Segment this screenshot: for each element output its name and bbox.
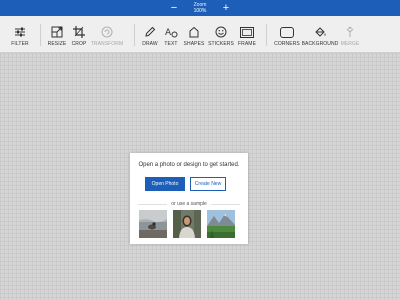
resize-icon: [51, 26, 63, 38]
tool-label: DRAW: [142, 41, 158, 47]
tool-shapes[interactable]: SHAPES: [182, 16, 206, 52]
zoom-in-button[interactable]: +: [220, 1, 232, 15]
tool-label: FILTER: [11, 41, 29, 47]
sample-image-mountains[interactable]: [207, 210, 235, 238]
zoom-value: 100%: [193, 7, 207, 14]
sample-divider: or use a sample: [138, 200, 241, 208]
zoom-control: − Zoom 100% +: [160, 0, 240, 16]
start-dialog: Open a photo or design to get started. O…: [130, 153, 248, 244]
pencil-icon: [145, 26, 156, 37]
divider-line: [138, 203, 168, 205]
tool-label: BACKGROUND: [301, 41, 339, 47]
dialog-title: Open a photo or design to get started.: [138, 162, 240, 168]
sample-label: or use a sample: [171, 201, 207, 207]
merge-icon: [346, 26, 354, 37]
tool-label: CROP: [71, 41, 87, 47]
sample-images: [139, 210, 239, 239]
editor-toolbar: FILTER RESIZE CROP TRANSFORM DRAW A TEXT…: [0, 16, 400, 53]
tool-transform[interactable]: TRANSFORM: [90, 16, 124, 52]
toolbar-divider: [134, 24, 135, 46]
corners-icon: [280, 27, 294, 38]
tool-label: TEXT: [164, 41, 178, 47]
tool-label: FRAME: [238, 41, 256, 47]
tool-crop[interactable]: CROP: [68, 16, 90, 52]
tool-resize[interactable]: RESIZE: [44, 16, 70, 52]
divider-line: [210, 203, 241, 205]
tool-draw[interactable]: DRAW: [140, 16, 160, 52]
paint-bucket-icon: [314, 27, 325, 37]
crop-icon: [73, 26, 85, 38]
create-new-button[interactable]: Create New: [190, 177, 226, 191]
tool-label: CORNERS: [274, 41, 300, 47]
shapes-icon: [189, 26, 199, 38]
zoom-readout: Zoom 100%: [180, 1, 220, 14]
tool-corners[interactable]: CORNERS: [274, 16, 300, 52]
svg-text:A: A: [165, 28, 172, 38]
text-icon: A: [165, 28, 177, 38]
tool-filter[interactable]: FILTER: [6, 16, 34, 52]
tool-stickers[interactable]: STICKERS: [207, 16, 235, 52]
tool-label: TRANSFORM: [90, 41, 124, 47]
toolbar-divider: [266, 24, 267, 46]
tool-background[interactable]: BACKGROUND: [302, 16, 338, 52]
zoom-label: Zoom: [193, 1, 207, 8]
sample-thumbnail: [173, 210, 201, 238]
sample-image-lake-dog[interactable]: [139, 210, 167, 238]
frame-icon: [240, 27, 254, 38]
tool-label: SHAPES: [183, 41, 205, 47]
transform-icon: [101, 26, 113, 38]
top-bar: − Zoom 100% +: [0, 0, 400, 16]
smiley-icon: [215, 26, 227, 38]
tool-text[interactable]: A TEXT: [161, 16, 181, 52]
zoom-out-button[interactable]: −: [168, 1, 180, 15]
sample-thumbnail: [207, 210, 235, 238]
sample-thumbnail: [139, 210, 167, 238]
sample-image-portrait[interactable]: [173, 210, 201, 238]
open-photo-button[interactable]: Open Photo: [145, 177, 185, 191]
tool-frame[interactable]: FRAME: [236, 16, 258, 52]
tool-label: STICKERS: [208, 41, 234, 47]
tool-label: RESIZE: [47, 41, 67, 47]
sliders-icon: [15, 27, 25, 37]
toolbar-divider: [40, 24, 41, 46]
tool-label: MERGE: [340, 41, 360, 47]
tool-merge[interactable]: MERGE: [338, 16, 362, 52]
